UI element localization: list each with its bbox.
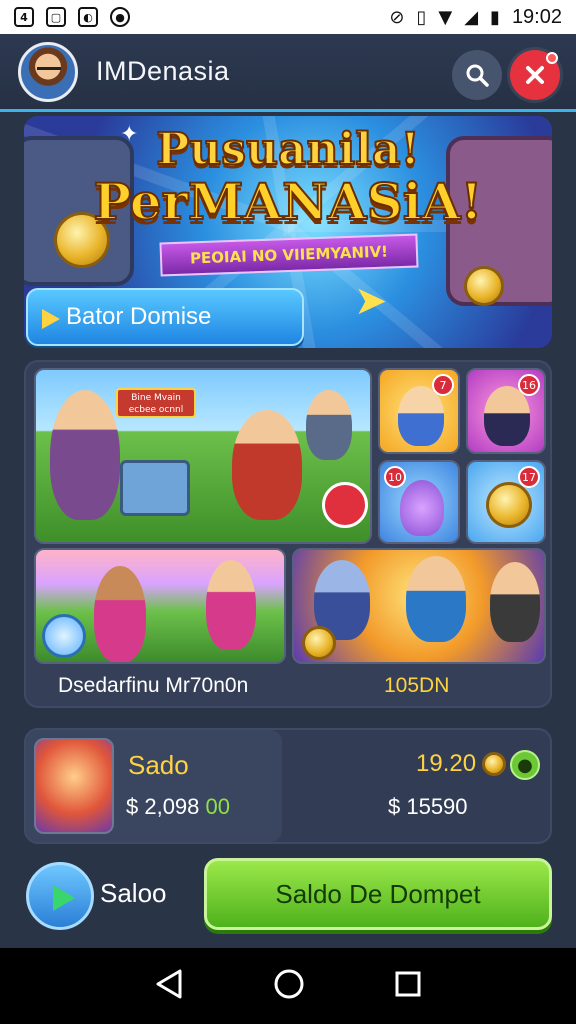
- banner-ribbon: PEOIAI NO VIIEMYANIV!: [159, 233, 419, 277]
- status-right-icons: ⊘ ▯ ▼ ◢ ▮ 19:02: [389, 6, 562, 29]
- game-tile-small[interactable]: 17: [466, 460, 546, 544]
- banner-title-line2: PerMANASiA!: [93, 171, 484, 232]
- character-art: [94, 566, 146, 662]
- status-left-icons: 4 ▢ ◐ ●: [14, 7, 130, 27]
- close-button[interactable]: [510, 50, 560, 100]
- app-icon: ◐: [78, 7, 98, 27]
- balance-amount-main: $ 2,098: [126, 794, 200, 819]
- mute-icon: ⊘: [389, 6, 405, 28]
- game-tile-small[interactable]: 7: [378, 368, 460, 454]
- notification-dot: [546, 52, 558, 64]
- hero-character-art: [306, 390, 352, 460]
- app-screen: 4 ▢ ◐ ● ⊘ ▯ ▼ ◢ ▮ 19:02 IMDenasia ➤ ✦ Pu…: [0, 0, 576, 1024]
- character-art: [484, 386, 530, 446]
- character-art: [398, 386, 444, 446]
- game-tile-featured[interactable]: Bine Mvain ecbee ocnnl: [34, 368, 372, 544]
- count-badge: 10: [384, 466, 406, 488]
- games-panel: Bine Mvain ecbee ocnnl 7 16 10 17 Dsedar…: [24, 360, 552, 708]
- circle-icon: ●: [110, 7, 130, 27]
- balance-amount: $ 2,098 00: [126, 794, 230, 820]
- balance-label: Sado: [128, 750, 189, 780]
- app-header: IMDenasia: [0, 34, 576, 112]
- avatar[interactable]: [18, 41, 78, 102]
- chest-art: [120, 460, 190, 516]
- coin-icon: [302, 626, 336, 660]
- character-art: [406, 556, 466, 642]
- game-sign: Bine Mvain ecbee ocnnl: [116, 388, 196, 418]
- secondary-action-label[interactable]: Saloo: [100, 878, 167, 909]
- character-art: [400, 480, 444, 536]
- game-tile-small[interactable]: 16: [466, 368, 546, 454]
- wifi-icon: ▼: [438, 6, 453, 28]
- balance-avatar-art: [34, 738, 114, 834]
- game-tile-small[interactable]: 10: [378, 460, 460, 544]
- search-button[interactable]: [452, 50, 502, 100]
- close-icon: [526, 66, 544, 84]
- play-arrow-icon: [53, 885, 75, 911]
- games-label-left: Dsedarfinu Mr70n0n: [58, 674, 249, 697]
- notification-icon: 4: [14, 7, 34, 27]
- nav-recents-button[interactable]: [394, 970, 422, 1002]
- character-art: [206, 560, 256, 650]
- vibrate-icon: ▯: [416, 6, 427, 28]
- game-tile-medium[interactable]: [292, 548, 546, 664]
- gallery-icon: ▢: [46, 7, 66, 27]
- system-nav-bar: [0, 948, 576, 1024]
- coin-icon: [464, 266, 504, 306]
- coin-icon: [482, 752, 506, 776]
- banner-title-line1: Pusuanila!: [155, 123, 421, 176]
- nav-home-button[interactable]: [273, 968, 305, 1004]
- home-circle-icon: [274, 969, 304, 999]
- hero-character-art: [232, 410, 302, 520]
- wallet-balance-button[interactable]: Saldo De Dompet: [204, 858, 552, 930]
- signal-icon: ◢: [464, 6, 479, 28]
- coin-icon: [486, 482, 532, 528]
- game-tile-medium[interactable]: [34, 548, 286, 664]
- secondary-balance: $ 15590: [388, 794, 468, 819]
- banner-button-label: Bator Domise: [66, 303, 212, 330]
- hero-character-art: [50, 390, 120, 520]
- balance-amount-cents: 00: [205, 794, 231, 819]
- coin-icon: [42, 614, 86, 658]
- balance-card: Sado $ 2,098 00 19.20 ● $ 15590: [24, 728, 552, 844]
- play-arrow-icon: [42, 309, 60, 329]
- back-triangle-icon: [156, 969, 182, 999]
- character-art: [490, 562, 540, 642]
- coin-balance: 19.20: [416, 750, 477, 777]
- status-time: 19:02: [511, 5, 562, 28]
- recents-square-icon: [395, 971, 421, 997]
- search-icon: [466, 64, 489, 87]
- play-round-button[interactable]: [26, 862, 94, 930]
- banner-play-button[interactable]: Bator Domise: [26, 288, 304, 346]
- status-bar: 4 ▢ ◐ ● ⊘ ▯ ▼ ◢ ▮ 19:02: [0, 0, 576, 34]
- add-coins-icon[interactable]: ●: [510, 750, 540, 780]
- play-badge-icon: [322, 482, 368, 528]
- balance-left-panel[interactable]: Sado $ 2,098 00: [26, 730, 282, 842]
- games-label-right: 105DN: [384, 674, 450, 697]
- nav-back-button[interactable]: [154, 968, 184, 1004]
- promo-banner[interactable]: ➤ ✦ Pusuanila! PerMANASiA! PEOIAI NO VII…: [24, 116, 552, 348]
- battery-icon: ▮: [490, 6, 500, 28]
- star-icon: ➤: [354, 278, 388, 324]
- app-title: IMDenasia: [96, 56, 230, 86]
